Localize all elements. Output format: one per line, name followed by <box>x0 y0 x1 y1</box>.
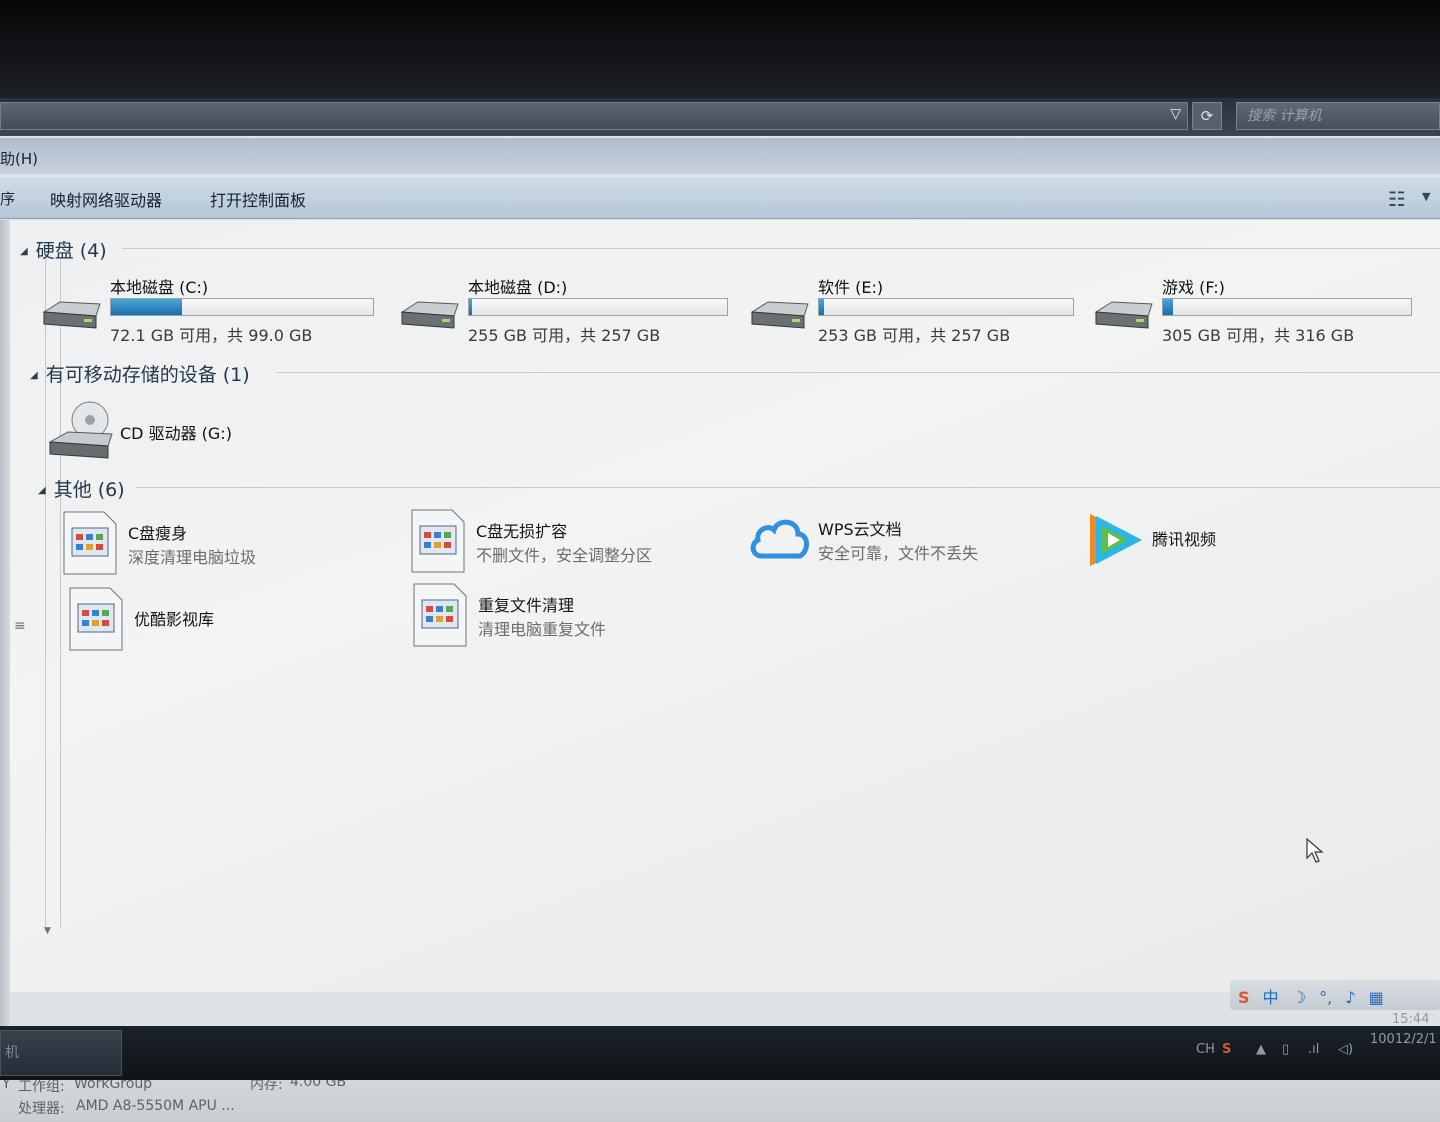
cpu-value: AMD A8-5550M APU ... <box>76 1098 235 1114</box>
drive-name: 本地磁盘 (C:) <box>110 278 209 297</box>
taskbar-window-button[interactable]: 机 <box>0 1030 122 1076</box>
drive-name: 本地磁盘 (D:) <box>468 278 568 297</box>
hard-drive-icon <box>400 301 459 329</box>
ime-toolbar[interactable]: S 中 ☽ °, ♪ ▦ <box>1230 980 1440 1010</box>
view-options-icon[interactable]: ☷ <box>1388 187 1406 211</box>
keyboard-icon[interactable]: ▦ <box>1369 988 1384 1007</box>
screen-bezel <box>0 0 1440 100</box>
group-header-hard-disks[interactable]: ◢ 硬盘 (4) <box>20 236 107 263</box>
group-title: 硬盘 (4) <box>35 240 107 262</box>
drive-usage-bar <box>818 298 1074 316</box>
battery-icon[interactable]: ▯ <box>1282 1042 1289 1057</box>
vertical-scrollbar[interactable] <box>45 258 61 928</box>
hard-drive-icon <box>42 301 101 329</box>
group-title: 有可移动存储的设备 (1) <box>45 364 250 386</box>
drive-space-info: 305 GB 可用，共 316 GB <box>1162 326 1355 345</box>
search-input[interactable]: 搜索 计算机 <box>1236 102 1440 130</box>
app-subtitle: 清理电脑重复文件 <box>478 620 607 639</box>
navigation-pane-edge <box>0 220 10 1028</box>
group-header-other[interactable]: ◢ 其他 (6) <box>38 475 125 502</box>
group-divider <box>122 248 1440 249</box>
collapse-triangle-icon[interactable]: ◢ <box>20 246 28 257</box>
group-divider <box>276 372 1440 373</box>
address-bar: ▽ ⟳ 搜索 计算机 <box>0 98 1440 136</box>
app-title: WPS云文档 <box>818 520 902 539</box>
chevron-down-icon[interactable]: ▼ <box>1422 190 1430 203</box>
network-icon[interactable]: .ıl <box>1308 1042 1319 1057</box>
sogou-logo-icon[interactable]: S <box>1238 988 1250 1007</box>
drive-usage-fill <box>111 299 182 315</box>
group-header-removable[interactable]: ◢ 有可移动存储的设备 (1) <box>30 360 250 387</box>
program-shortcut-icon <box>413 583 467 647</box>
drive-usage-fill <box>469 299 472 315</box>
drive-space-info: 255 GB 可用，共 257 GB <box>468 326 661 345</box>
tencent-video-icon <box>1090 514 1142 566</box>
app-title: C盘瘦身 <box>128 524 188 543</box>
hard-drive-icon <box>1094 301 1153 329</box>
drive-usage-fill <box>819 299 825 315</box>
drive-space-info: 72.1 GB 可用，共 99.0 GB <box>110 326 313 345</box>
cd-drive-name: CD 驱动器 (G:) <box>120 424 232 443</box>
address-field[interactable]: ▽ <box>0 102 1188 130</box>
microphone-icon[interactable]: ♪ <box>1345 988 1355 1007</box>
moon-icon[interactable]: ☽ <box>1292 988 1306 1007</box>
menu-help[interactable]: 助(H) <box>0 148 38 169</box>
app-title: 重复文件清理 <box>478 596 575 615</box>
drive-usage-bar <box>110 298 374 316</box>
cd-drive-icon <box>48 401 113 459</box>
group-divider <box>136 487 1440 488</box>
app-title: 优酷影视库 <box>134 610 215 629</box>
program-shortcut-icon <box>411 509 465 573</box>
wps-cloud-icon <box>750 519 809 559</box>
sogou-tray-icon[interactable]: S <box>1222 1042 1231 1057</box>
drive-name: 游戏 (F:) <box>1162 278 1225 297</box>
splitter-grip-icon[interactable]: ≡ <box>14 618 26 634</box>
toolbar-item-partial[interactable]: 序 <box>0 188 15 209</box>
drive-usage-bar <box>468 298 728 316</box>
map-network-drive-button[interactable]: 映射网络驱动器 <box>50 187 162 211</box>
drive-usage-fill <box>1163 299 1173 315</box>
collapse-triangle-icon[interactable]: ◢ <box>30 370 38 381</box>
app-subtitle: 安全可靠，文件不丢失 <box>818 544 979 563</box>
volume-icon[interactable]: ◁) <box>1338 1042 1353 1057</box>
collapse-triangle-icon[interactable]: ◢ <box>38 485 46 496</box>
drive-usage-bar <box>1162 298 1412 316</box>
command-bar: 序 映射网络驱动器 打开控制面板 ☷ ▼ <box>0 178 1440 219</box>
hard-drive-icon <box>750 301 809 329</box>
app-title: 腾讯视频 <box>1152 530 1217 549</box>
drive-space-info: 253 GB 可用，共 257 GB <box>818 326 1011 345</box>
app-title: C盘无损扩容 <box>476 522 568 541</box>
group-title: 其他 (6) <box>53 479 125 501</box>
punctuation-icon[interactable]: °, <box>1319 988 1332 1007</box>
chevron-down-icon[interactable]: ▽ <box>1170 106 1181 122</box>
program-shortcut-icon <box>63 511 117 575</box>
app-subtitle: 深度清理电脑垃圾 <box>128 548 257 567</box>
clock-time[interactable]: 15:44 <box>1392 1012 1429 1027</box>
show-hidden-icons-icon[interactable]: ▲ <box>1256 1042 1266 1057</box>
taskbar: 机 CH S ▲ ▯ .ıl ◁) 15:44 10012/2/1 <box>0 1012 1440 1080</box>
app-subtitle: 不删文件，安全调整分区 <box>476 546 653 565</box>
clock-date[interactable]: 10012/2/1 <box>1370 1032 1437 1047</box>
mouse-cursor-icon <box>1306 838 1324 863</box>
refresh-icon[interactable]: ⟳ <box>1192 102 1222 130</box>
ime-mode-label[interactable]: 中 <box>1263 984 1279 1008</box>
language-indicator[interactable]: CH <box>1196 1042 1215 1057</box>
scroll-down-icon[interactable]: ▼ <box>44 926 51 936</box>
open-control-panel-button[interactable]: 打开控制面板 <box>210 187 306 211</box>
menu-bar: 助(H) <box>0 138 1440 174</box>
drive-name: 软件 (E:) <box>818 278 884 297</box>
explorer-window: ▽ ⟳ 搜索 计算机 助(H) 序 映射网络驱动器 打开控制面板 ☷ ▼ ▼ ≡… <box>0 98 1440 1122</box>
cpu-label: 处理器: <box>18 1101 65 1117</box>
program-shortcut-icon <box>69 587 123 651</box>
